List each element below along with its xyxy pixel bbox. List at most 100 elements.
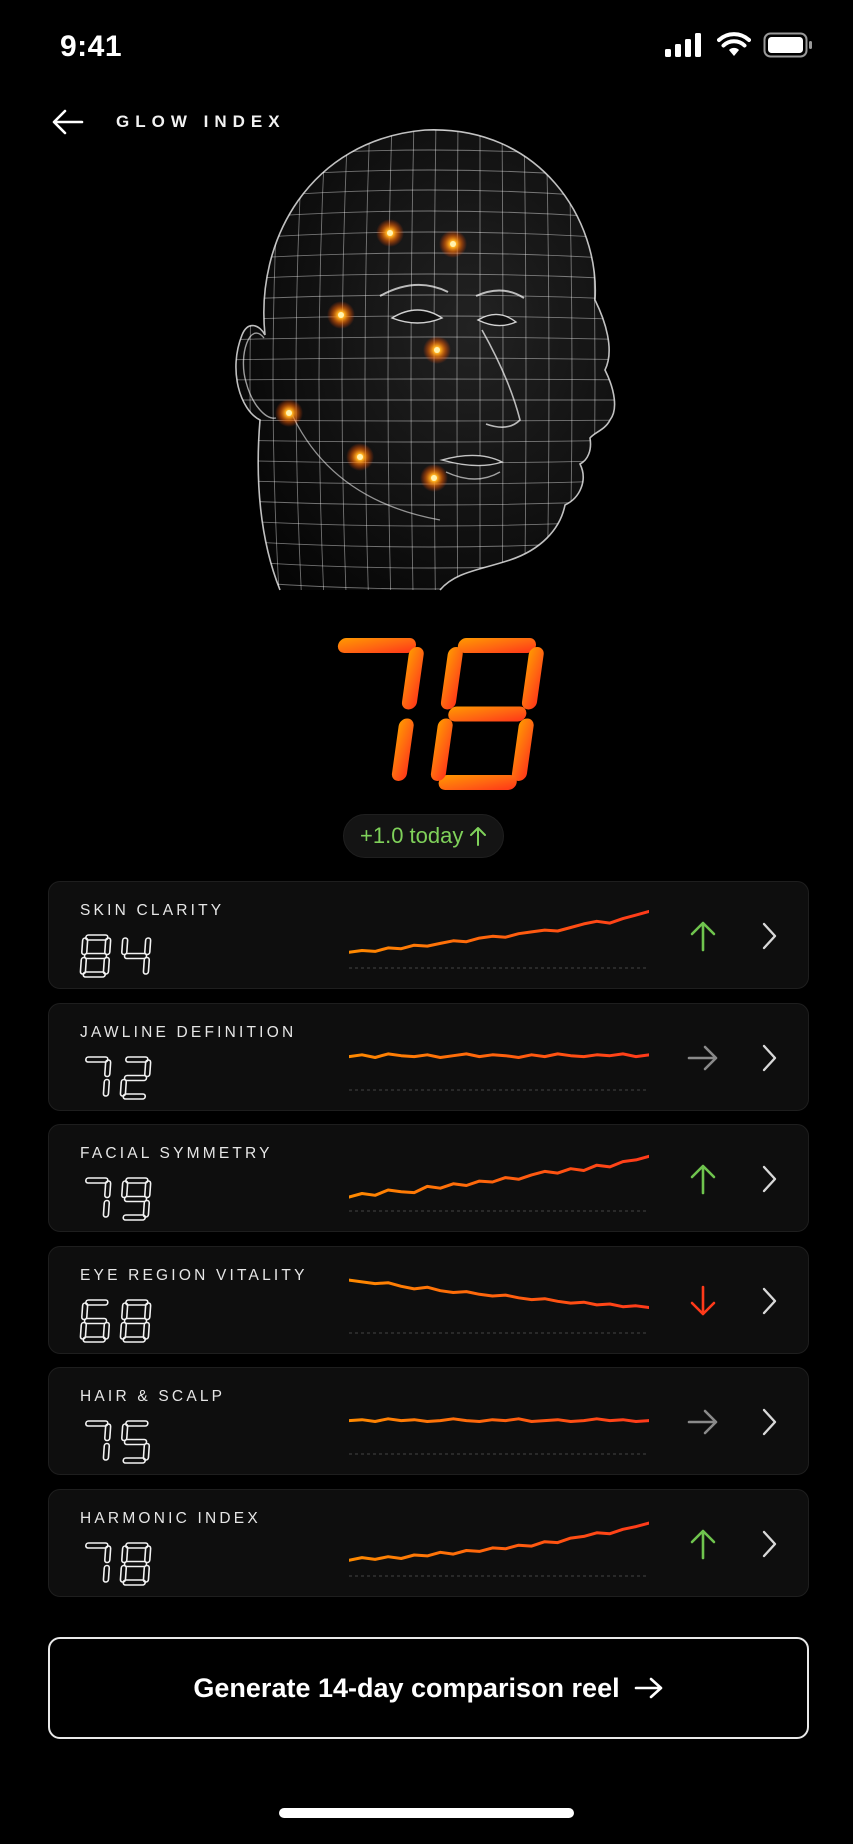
digit-8 bbox=[119, 1542, 152, 1586]
segment bbox=[438, 775, 517, 790]
segment bbox=[125, 1055, 149, 1063]
digit-7 bbox=[337, 638, 424, 781]
digit-6 bbox=[79, 1298, 111, 1343]
sparkline-line bbox=[349, 1417, 649, 1424]
delta-badge: +1.0 today bbox=[343, 814, 505, 858]
segment bbox=[144, 937, 152, 956]
metric-sparkline bbox=[349, 1154, 649, 1212]
segment bbox=[104, 1180, 112, 1199]
metric-card[interactable]: JAWLINE DEFINITION 72 bbox=[48, 1002, 809, 1111]
glow-score-text: 78 bbox=[300, 632, 302, 633]
digit-7 bbox=[85, 1420, 112, 1462]
segment bbox=[121, 1180, 129, 1199]
segment bbox=[123, 1317, 148, 1325]
segment bbox=[123, 1439, 148, 1446]
arrow-right-icon bbox=[687, 1410, 718, 1435]
arrow-right-icon bbox=[687, 1045, 718, 1070]
segment bbox=[102, 1199, 111, 1218]
segment bbox=[122, 1214, 147, 1221]
metric-label: JAWLINE DEFINITION bbox=[80, 1023, 297, 1041]
glow-score-display: 78 bbox=[300, 632, 544, 790]
segment bbox=[85, 1055, 109, 1063]
digit-7 bbox=[85, 1177, 112, 1218]
metric-value: 68 bbox=[79, 1297, 152, 1343]
segment bbox=[81, 937, 89, 956]
segment bbox=[123, 952, 148, 960]
segment bbox=[122, 1579, 147, 1586]
segment bbox=[125, 1298, 149, 1306]
digit-2 bbox=[119, 1055, 152, 1100]
segment bbox=[104, 1545, 112, 1564]
metric-card[interactable]: EYE REGION VITALITY 68 bbox=[48, 1245, 809, 1354]
segment bbox=[79, 956, 88, 975]
chevron-right-icon[interactable] bbox=[757, 1163, 781, 1195]
segment bbox=[440, 647, 463, 710]
segment bbox=[401, 647, 424, 710]
segment bbox=[142, 956, 151, 975]
metric-label: SKIN CLARITY bbox=[80, 902, 225, 919]
segment bbox=[337, 638, 417, 653]
chevron-right-icon[interactable] bbox=[757, 1042, 781, 1074]
digit-7 bbox=[85, 1542, 112, 1583]
home-indicator[interactable] bbox=[279, 1808, 574, 1818]
metric-card[interactable]: SKIN CLARITY 84 bbox=[48, 881, 809, 989]
metric-label: HARMONIC INDEX bbox=[80, 1509, 261, 1527]
segment bbox=[121, 937, 129, 956]
segment bbox=[85, 1542, 109, 1549]
metric-sparkline bbox=[349, 910, 649, 969]
metric-value: 79 bbox=[79, 1175, 152, 1221]
metric-value-text: 78 bbox=[79, 1540, 81, 1541]
metric-sparkline bbox=[349, 1521, 649, 1577]
segment bbox=[104, 937, 112, 956]
segment bbox=[83, 1317, 108, 1325]
back-arrow-icon bbox=[52, 109, 84, 135]
status-bar: 9:41 bbox=[0, 0, 853, 96]
segment bbox=[122, 1092, 147, 1100]
metric-value: 78 bbox=[79, 1540, 152, 1586]
segment bbox=[457, 638, 537, 653]
segment bbox=[125, 1177, 149, 1184]
segment bbox=[125, 1542, 149, 1549]
arrow-up-icon bbox=[690, 1529, 716, 1560]
battery-icon bbox=[763, 32, 812, 58]
segment bbox=[448, 706, 527, 722]
metric-list: SKIN CLARITY 84 JAWLINE DEFINITION 72 FACI… bbox=[48, 881, 809, 1611]
metric-value-text: 79 bbox=[79, 1175, 81, 1176]
metric-label: HAIR & SCALP bbox=[80, 1388, 226, 1406]
digit-5 bbox=[121, 1420, 151, 1465]
sparkline-line bbox=[349, 1154, 649, 1199]
metric-label: EYE REGION VITALITY bbox=[80, 1266, 308, 1284]
sparkline-line bbox=[349, 1521, 649, 1562]
metric-value-text: 72 bbox=[79, 1054, 81, 1055]
arrow-up-icon bbox=[690, 921, 716, 952]
segment bbox=[391, 718, 414, 781]
chevron-right-icon[interactable] bbox=[757, 1528, 781, 1560]
chevron-right-icon[interactable] bbox=[757, 920, 781, 952]
segment bbox=[121, 1423, 129, 1442]
metric-value: 75 bbox=[85, 1420, 151, 1465]
segment bbox=[121, 1301, 129, 1321]
segment bbox=[119, 1564, 128, 1583]
wifi-icon bbox=[717, 32, 751, 56]
segment bbox=[83, 952, 108, 960]
metric-value-text: 68 bbox=[79, 1297, 81, 1298]
metric-card[interactable]: HARMONIC INDEX 78 bbox=[48, 1488, 809, 1597]
segment bbox=[85, 1420, 109, 1428]
metric-card[interactable]: FACIAL SYMMETRY 79 bbox=[48, 1124, 809, 1233]
status-time: 9:41 bbox=[60, 30, 123, 63]
delta-text: +1.0 today bbox=[360, 823, 464, 848]
back-button[interactable] bbox=[48, 104, 88, 140]
segment bbox=[119, 1321, 128, 1340]
metric-value: 84 bbox=[79, 934, 152, 978]
chevron-right-icon[interactable] bbox=[757, 1406, 781, 1438]
metric-value: 72 bbox=[79, 1054, 152, 1100]
segment bbox=[123, 1195, 148, 1203]
segment bbox=[123, 1074, 148, 1081]
sparkline-line bbox=[349, 910, 649, 954]
chevron-right-icon[interactable] bbox=[757, 1285, 781, 1317]
arrow-up-icon bbox=[690, 1164, 716, 1195]
segment bbox=[104, 1058, 112, 1077]
segment bbox=[122, 1335, 147, 1343]
metric-card[interactable]: HAIR & SCALP 75 bbox=[48, 1367, 809, 1476]
generate-reel-button[interactable]: Generate 14-day comparison reel bbox=[48, 1637, 809, 1739]
